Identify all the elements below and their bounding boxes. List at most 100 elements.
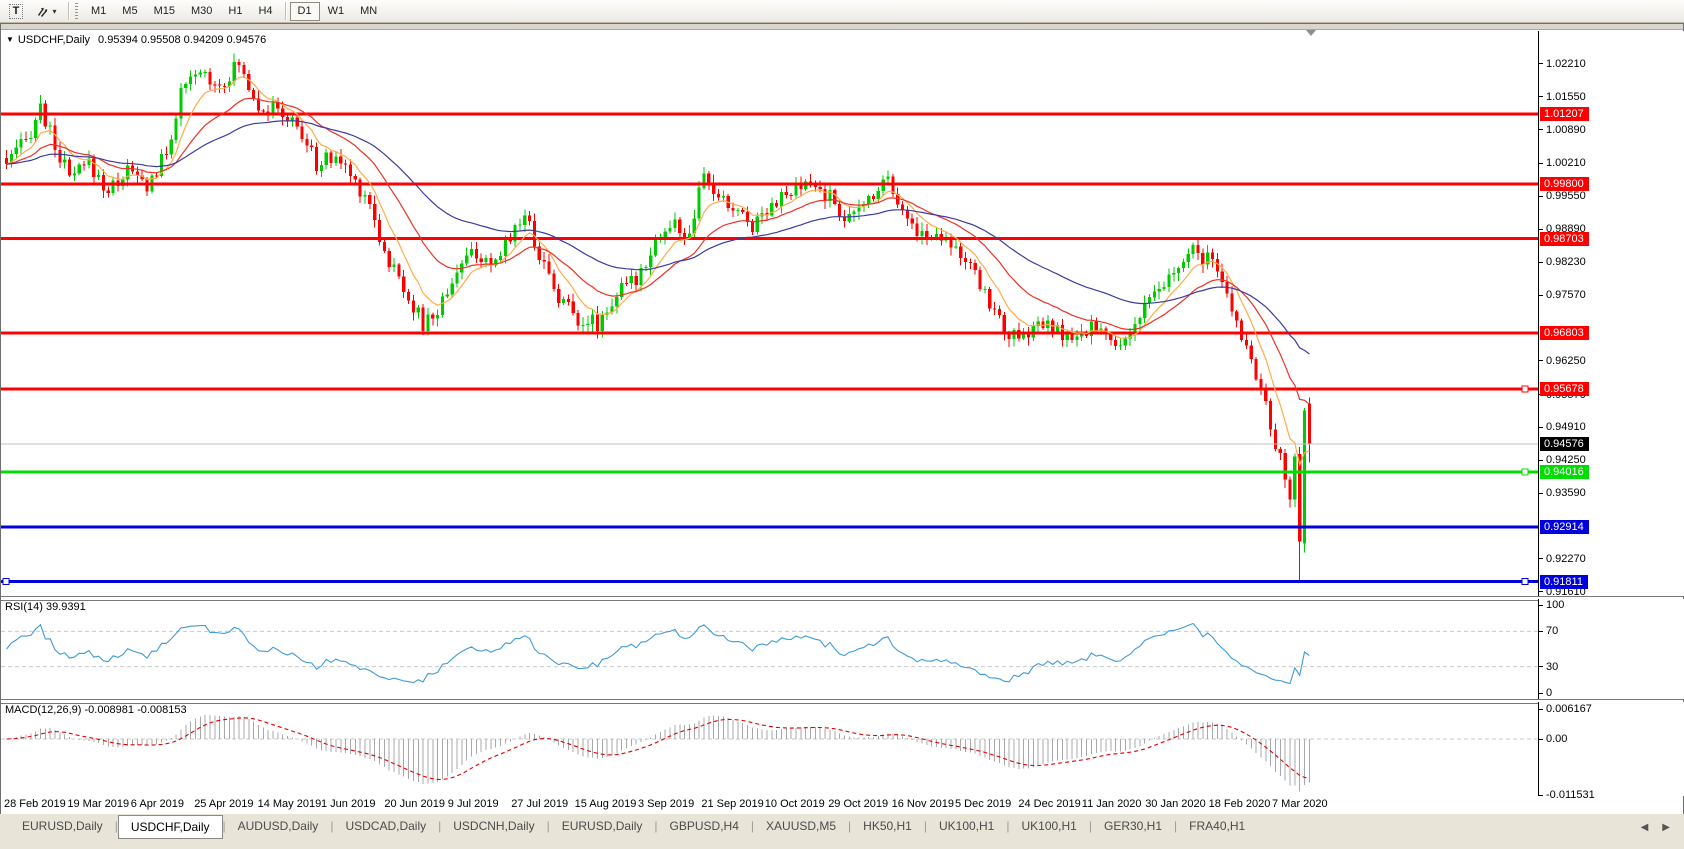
arrow-objects-button[interactable]: ▾	[29, 2, 63, 21]
date-tick-label: 25 Apr 2019	[194, 798, 253, 810]
rsi-panel[interactable]: RSI(14) 39.9391	[1, 599, 1538, 699]
chart-tab-usdchf-daily[interactable]: USDCHF,Daily	[118, 815, 223, 839]
toolbar-separator	[68, 2, 69, 20]
timeframe-button-m30[interactable]: M30	[183, 2, 220, 21]
rsi-tick-label: 0	[1539, 687, 1552, 699]
date-tick-label: 27 Jul 2019	[511, 798, 568, 810]
price-tick-label: 1.01550	[1539, 91, 1586, 103]
timeframe-button-m5[interactable]: M5	[114, 2, 145, 21]
price-tick-label: 0.93590	[1539, 487, 1586, 499]
macd-name: MACD(12,26,9)	[5, 704, 81, 716]
price-level-badge[interactable]: 0.96803	[1540, 326, 1589, 340]
rsi-tick-label: 70	[1539, 625, 1558, 637]
macd-histogram-and-signal	[1, 715, 1538, 791]
date-tick-label: 5 Dec 2019	[955, 798, 1011, 810]
chart-tab-hk50-h1[interactable]: HK50,H1	[851, 816, 924, 837]
text-tool-button[interactable]: T	[5, 2, 27, 21]
macd-tick-label: 0.00	[1539, 733, 1567, 745]
price-tick-label: 1.02210	[1539, 58, 1586, 70]
timeframe-button-d1[interactable]: D1	[290, 2, 320, 21]
rsi-label: RSI(14) 39.9391	[5, 601, 86, 613]
candles-layer	[5, 54, 1311, 582]
timeframe-button-mn[interactable]: MN	[352, 2, 385, 21]
chart-tab-gbpusd-h4[interactable]: GBPUSD,H4	[658, 816, 751, 837]
date-tick-label: 30 Jan 2020	[1145, 798, 1206, 810]
price-axis[interactable]: 1.022101.015501.008901.002100.995500.988…	[1538, 31, 1684, 596]
price-level-badge[interactable]: 0.94016	[1540, 465, 1589, 479]
rsi-current-value: 39.9391	[46, 601, 86, 613]
timeframe-button-h4[interactable]: H4	[250, 2, 280, 21]
chart-tab-uk100-h1[interactable]: UK100,H1	[927, 816, 1006, 837]
date-tick-label: 21 Sep 2019	[701, 798, 763, 810]
price-tick-label: 0.97570	[1539, 289, 1586, 301]
chart-tab-uk100-h1[interactable]: UK100,H1	[1009, 816, 1088, 837]
price-tick-label: 0.94910	[1539, 421, 1586, 433]
macd-canvas	[1, 702, 1538, 796]
time-axis[interactable]: 28 Feb 201919 Mar 20196 Apr 2019 25 Apr 2…	[1, 796, 1538, 813]
price-tick-label: 0.96250	[1539, 355, 1586, 367]
price-tick-label: 1.00890	[1539, 124, 1586, 136]
chart-tab-ger30-h1[interactable]: GER30,H1	[1092, 816, 1174, 837]
rsi-axis: 100 70 30 0	[1538, 599, 1684, 699]
date-tick-label: 9 Jul 2019	[448, 798, 499, 810]
price-tick-label: 1.00210	[1539, 157, 1586, 169]
chart-title: ▼ USDCHF,Daily 0.95394 0.95508 0.94209 0.9…	[6, 34, 266, 46]
price-level-badge[interactable]: 1.01207	[1540, 107, 1589, 121]
tabs-scroll-arrows: ◀ ▶	[1641, 816, 1670, 833]
chart-tab-usdcad-daily[interactable]: USDCAD,Daily	[333, 816, 438, 837]
macd-axis: 0.0061670.00-0.011531	[1538, 702, 1684, 796]
chart-tabs-bar: EURUSD,Daily|USDCHF,Daily|AUDUSD,Daily|U…	[0, 814, 1684, 849]
toolbar: T ▾ M1M5M15M30H1H4 D1W1MN	[0, 0, 1684, 23]
toolbar-separator	[285, 2, 286, 20]
date-tick-label: 24 Dec 2019	[1018, 798, 1080, 810]
chart-tab-eurusd-daily[interactable]: EURUSD,Daily	[550, 816, 655, 837]
date-tick-label: 3 Sep 2019	[638, 798, 694, 810]
chart-tab-audusd-daily[interactable]: AUDUSD,Daily	[226, 816, 331, 837]
chart-scroll-strip[interactable]	[1, 24, 1683, 30]
price-tick-label: 0.98230	[1539, 256, 1586, 268]
dropdown-caret-icon: ▾	[52, 7, 56, 16]
rsi-line	[1, 624, 1538, 684]
rsi-tick-label: 100	[1539, 599, 1564, 611]
rsi-name: RSI(14)	[5, 601, 43, 613]
arrows-icon	[35, 4, 49, 18]
date-tick-label: 29 Oct 2019	[828, 798, 888, 810]
price-chart-canvas	[1, 31, 1538, 596]
date-tick-label: 28 Feb 2019	[4, 798, 66, 810]
rsi-canvas	[1, 599, 1538, 699]
date-tick-label: 14 May 2019	[258, 798, 322, 810]
chart-ohlc-values: 0.95394 0.95508 0.94209 0.94576	[98, 34, 266, 46]
chart-tab-xauusd-m5[interactable]: XAUUSD,M5	[754, 816, 848, 837]
chart-window: ▼ USDCHF,Daily 0.95394 0.95508 0.94209 0.9…	[0, 23, 1684, 815]
timeframe-button-m1[interactable]: M1	[83, 2, 114, 21]
date-tick-label: 19 Mar 2019	[67, 798, 129, 810]
timeframe-button-w1[interactable]: W1	[320, 2, 353, 21]
date-tick-label: 18 Feb 2020	[1209, 798, 1271, 810]
scroll-position-marker[interactable]	[1306, 30, 1316, 36]
toolbar-grip[interactable]	[75, 3, 78, 19]
timeframe-button-h1[interactable]: H1	[220, 2, 250, 21]
macd-panel[interactable]: MACD(12,26,9) -0.008981 -0.008153	[1, 702, 1538, 796]
timeframe-button-m15[interactable]: M15	[146, 2, 183, 21]
timeframe-toolbar: M1M5M15M30H1H4 D1W1MN	[83, 0, 385, 22]
date-tick-label: 6 Apr 2019	[131, 798, 184, 810]
price-level-badge[interactable]: 0.91811	[1540, 575, 1588, 589]
tabs-scroll-left-icon[interactable]: ◀	[1641, 822, 1649, 833]
collapse-ohlc-icon[interactable]: ▼	[6, 35, 14, 44]
text-tool-icon: T	[9, 4, 24, 19]
price-chart-panel[interactable]: ▼ USDCHF,Daily 0.95394 0.95508 0.94209 0.9…	[1, 31, 1538, 596]
chart-symbol-label: USDCHF,Daily	[18, 34, 90, 46]
price-level-badge[interactable]: 0.98703	[1540, 232, 1589, 246]
date-tick-label: 10 Oct 2019	[765, 798, 825, 810]
macd-tick-label: 0.006167	[1539, 703, 1592, 715]
chart-tab-eurusd-daily[interactable]: EURUSD,Daily	[10, 816, 115, 837]
price-level-badge[interactable]: 0.99800	[1540, 177, 1589, 191]
price-level-badge[interactable]: 0.95678	[1540, 382, 1589, 396]
tabs-scroll-right-icon[interactable]: ▶	[1662, 822, 1670, 833]
horizontal-level-lines[interactable]	[1, 112, 1538, 583]
rsi-tick-label: 30	[1539, 661, 1558, 673]
chart-tab-usdcnh-daily[interactable]: USDCNH,Daily	[441, 816, 546, 837]
chart-tab-fra40-h1[interactable]: FRA40,H1	[1177, 816, 1257, 837]
macd-label: MACD(12,26,9) -0.008981 -0.008153	[5, 704, 187, 716]
price-level-badge[interactable]: 0.92914	[1540, 520, 1589, 534]
